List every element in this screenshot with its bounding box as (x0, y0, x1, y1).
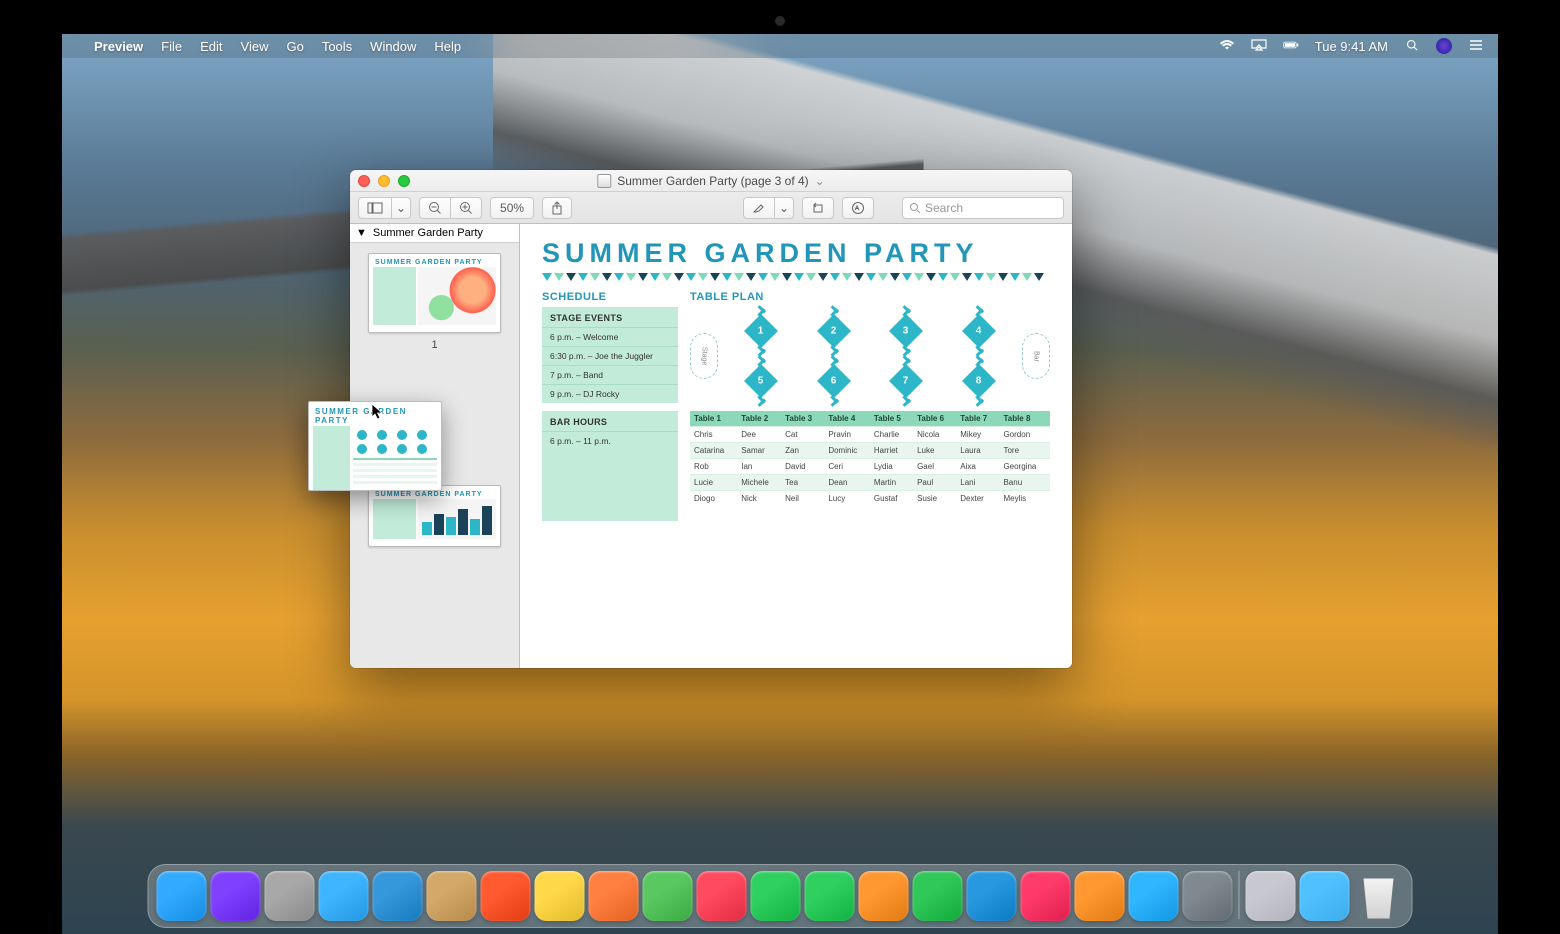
minimize-button[interactable] (378, 175, 390, 187)
dock (148, 864, 1413, 928)
dock-maps[interactable] (643, 871, 693, 921)
sidebar-header[interactable]: ▼ Summer Garden Party (350, 224, 519, 243)
zoom-in-button[interactable] (451, 197, 482, 219)
zoom-out-button[interactable] (419, 197, 451, 219)
notification-center-icon[interactable] (1468, 39, 1484, 54)
markup-button[interactable] (842, 197, 874, 219)
dock-facetime[interactable] (805, 871, 855, 921)
app-name[interactable]: Preview (94, 39, 143, 54)
doc-title: SUMMER GARDEN PARTY (542, 238, 1050, 269)
table-icon-3: 3 (886, 311, 926, 351)
dock-safari[interactable] (319, 871, 369, 921)
stage-marker: Stage (690, 333, 718, 379)
maximize-button[interactable] (398, 175, 410, 187)
wifi-icon[interactable] (1219, 39, 1235, 54)
menu-window[interactable]: Window (370, 39, 416, 54)
airplay-icon[interactable] (1251, 39, 1267, 54)
table-icon-6: 6 (814, 361, 854, 401)
table-icon-7: 7 (886, 361, 926, 401)
dock-photos[interactable] (697, 871, 747, 921)
table-icon-4: 4 (959, 311, 999, 351)
share-button[interactable] (542, 197, 572, 219)
dock-pages[interactable] (859, 871, 909, 921)
rotate-button[interactable] (802, 197, 834, 219)
spotlight-icon[interactable] (1404, 39, 1420, 54)
menu-help[interactable]: Help (434, 39, 461, 54)
dock-siri[interactable] (211, 871, 261, 921)
chevron-down-icon[interactable]: ⌄ (815, 174, 825, 188)
zoom-level[interactable]: 50% (490, 197, 534, 219)
dock-messages[interactable] (751, 871, 801, 921)
cursor-icon (372, 404, 384, 420)
highlight-menu[interactable]: ⌄ (775, 197, 794, 219)
camera-dot (775, 16, 785, 26)
dock-mail[interactable] (373, 871, 423, 921)
dock-calendar[interactable] (481, 871, 531, 921)
document-canvas[interactable]: SUMMER GARDEN PARTY SCHEDULE STAGE EVENT… (520, 224, 1072, 668)
dock-downloads[interactable] (1300, 871, 1350, 921)
search-icon (909, 202, 921, 214)
menu-go[interactable]: Go (286, 39, 303, 54)
stage-events-box: STAGE EVENTS 6 p.m. – Welcome 6:30 p.m. … (542, 307, 678, 403)
dock-contacts[interactable] (427, 871, 477, 921)
menu-view[interactable]: View (241, 39, 269, 54)
document-proxy-icon[interactable] (597, 174, 611, 188)
menu-edit[interactable]: Edit (200, 39, 222, 54)
dock-notes[interactable] (535, 871, 585, 921)
dock-appstore[interactable] (1129, 871, 1179, 921)
tableplan-heading: TABLE PLAN (690, 291, 1050, 303)
schedule-heading: SCHEDULE (542, 291, 678, 303)
window-title: Summer Garden Party (page 3 of 4) (617, 174, 808, 188)
table-layout: Stage 1234 5678 Bar (690, 307, 1050, 411)
dock-trash[interactable] (1354, 871, 1404, 921)
seating-table: Table 1Table 2Table 3Table 4Table 5Table… (690, 411, 1050, 506)
menu-tools[interactable]: Tools (322, 39, 352, 54)
table-icon-5: 5 (741, 361, 781, 401)
close-button[interactable] (358, 175, 370, 187)
clock[interactable]: Tue 9:41 AM (1315, 39, 1388, 54)
search-placeholder: Search (925, 201, 963, 215)
dock-keynote[interactable] (967, 871, 1017, 921)
thumbnail-page-1[interactable]: SUMMER GARDEN PARTY 1 (350, 243, 519, 353)
search-input[interactable]: Search (902, 197, 1064, 219)
dock-ibooks[interactable] (1075, 871, 1125, 921)
dock-itunes[interactable] (1021, 871, 1071, 921)
dock-launchpad[interactable] (265, 871, 315, 921)
dock-reminders[interactable] (589, 871, 639, 921)
bar-marker: Bar (1022, 333, 1050, 379)
titlebar[interactable]: Summer Garden Party (page 3 of 4) ⌄ (350, 170, 1072, 192)
dock-preview[interactable] (1246, 871, 1296, 921)
preview-window: Summer Garden Party (page 3 of 4) ⌄ ⌄ 50… (350, 170, 1072, 668)
view-mode-button[interactable] (358, 197, 392, 219)
disclosure-triangle-icon[interactable]: ▼ (356, 227, 367, 239)
view-mode-menu[interactable]: ⌄ (392, 197, 411, 219)
table-icon-8: 8 (959, 361, 999, 401)
dock-preferences[interactable] (1183, 871, 1233, 921)
siri-icon[interactable] (1436, 38, 1452, 54)
menu-file[interactable]: File (161, 39, 182, 54)
table-icon-2: 2 (814, 311, 854, 351)
bunting-decoration (542, 273, 1050, 283)
dock-finder[interactable] (157, 871, 207, 921)
highlight-button[interactable] (743, 197, 775, 219)
battery-icon[interactable] (1283, 39, 1299, 54)
table-icon-1: 1 (741, 311, 781, 351)
dock-numbers[interactable] (913, 871, 963, 921)
toolbar: ⌄ 50% ⌄ Search (350, 192, 1072, 224)
menubar: Preview File Edit View Go Tools Window H… (62, 34, 1498, 58)
bar-hours-box: BAR HOURS 6 p.m. – 11 p.m. (542, 411, 678, 521)
